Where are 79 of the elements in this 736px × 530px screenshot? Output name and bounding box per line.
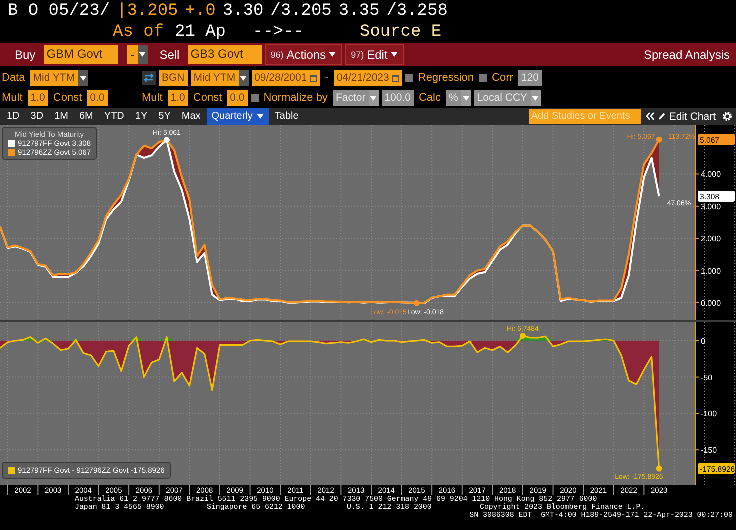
checkbox-label: Regression <box>417 72 476 84</box>
field-label: - <box>324 72 330 84</box>
range-tab[interactable]: 1M <box>50 108 74 125</box>
quote-text: /3.205 <box>270 2 332 20</box>
toolbar-label: Buy <box>14 48 37 62</box>
checkbox-label: Corr <box>491 72 514 84</box>
range-tab[interactable]: YTD <box>99 108 130 125</box>
toolbar-label: Sell <box>158 48 181 62</box>
quote-text: B O 05/23/ <box>8 2 110 20</box>
caret-icon <box>329 52 336 57</box>
input-field[interactable]: 1.0 <box>168 90 188 106</box>
axis-tick-label: 4.000 <box>701 170 722 180</box>
panel-title: Spread Analysis <box>644 48 730 62</box>
quote-text: +.0 <box>185 2 216 20</box>
range-tab[interactable]: Table <box>270 108 304 125</box>
calendar-icon <box>310 74 318 82</box>
calendar-icon <box>392 74 400 82</box>
studies-field[interactable]: Add Studies or Events <box>529 109 642 124</box>
dropdown[interactable]: Mid YTM <box>190 70 249 86</box>
pencil-icon <box>658 112 666 121</box>
caret-icon <box>532 96 540 100</box>
quote-text: 3.35 <box>338 2 380 20</box>
date-field[interactable]: 04/21/2023 <box>334 70 402 86</box>
field-label: Const <box>192 92 224 104</box>
quote-text: 21 Ap <box>175 22 228 42</box>
axis-tick-label: 1.000 <box>701 266 722 276</box>
range-tab[interactable]: 1Y <box>130 108 153 125</box>
field-label: Data <box>1 72 26 84</box>
caret-icon <box>80 76 87 80</box>
quote-text: /3.258 <box>386 2 448 20</box>
axis-tick-label: 0 <box>701 336 706 346</box>
quote-text: |3.205 <box>117 2 178 20</box>
range-tab[interactable]: Max <box>176 108 206 125</box>
axis-tick-label: 2.000 <box>701 234 722 244</box>
security-field[interactable]: GB3 Govt <box>188 45 262 64</box>
axis-tick-label: -100 <box>701 410 718 419</box>
axis-tick-label: 3.000 <box>701 202 722 212</box>
swap-icon[interactable] <box>142 71 156 85</box>
security-field[interactable]: GBM Govt <box>44 45 118 64</box>
checkbox[interactable] <box>405 74 414 82</box>
dropdown[interactable]: - <box>126 45 148 64</box>
caret-icon <box>370 96 378 100</box>
field-label: Mult <box>141 92 164 104</box>
caret-icon <box>139 52 146 57</box>
caret-icon <box>462 96 470 100</box>
checkbox[interactable] <box>250 94 259 102</box>
quote-text: -->-- <box>253 22 306 42</box>
range-tab[interactable]: 6M <box>74 108 98 125</box>
input-field[interactable]: 0.0 <box>87 90 108 106</box>
range-tab[interactable]: Quarterly <box>206 108 269 125</box>
date-field[interactable]: 09/28/2001 <box>252 70 320 86</box>
menu-button[interactable]: 97) Edit <box>345 44 404 65</box>
input-field[interactable]: BGN <box>159 70 188 86</box>
axis-tick-label: -150 <box>701 446 718 456</box>
data-point-marker <box>520 333 526 339</box>
checkbox-label: Normalize by <box>262 92 329 104</box>
axis-tick-label: 0.000 <box>701 298 722 308</box>
quote-text: 3.30 <box>222 2 264 20</box>
range-tab[interactable]: 5Y <box>154 108 176 125</box>
data-point-marker <box>656 466 662 472</box>
caret-icon <box>256 114 264 119</box>
settings-icon[interactable] <box>722 111 733 122</box>
range-tab[interactable]: 3D <box>26 108 49 125</box>
quote-text: Source E <box>360 22 443 42</box>
dropdown[interactable]: Mid YTM <box>30 70 88 86</box>
field-label: Mult <box>1 92 24 104</box>
checkbox[interactable] <box>479 74 488 82</box>
double-chevron-icon[interactable] <box>646 112 656 121</box>
quote-text: As of <box>113 22 166 42</box>
menu-button[interactable]: 96) Actions <box>264 44 342 65</box>
range-tab[interactable]: 1D <box>2 108 25 125</box>
axis-tick-label: -50 <box>701 373 713 382</box>
input-field[interactable]: 0.0 <box>227 90 248 106</box>
caret-icon <box>240 76 248 80</box>
field-label: Calc <box>418 92 442 104</box>
input-field[interactable]: 1.0 <box>28 90 48 106</box>
caret-icon <box>390 52 398 57</box>
edit-chart-button[interactable]: Edit Chart <box>656 110 718 122</box>
field-label: Const <box>52 92 84 104</box>
